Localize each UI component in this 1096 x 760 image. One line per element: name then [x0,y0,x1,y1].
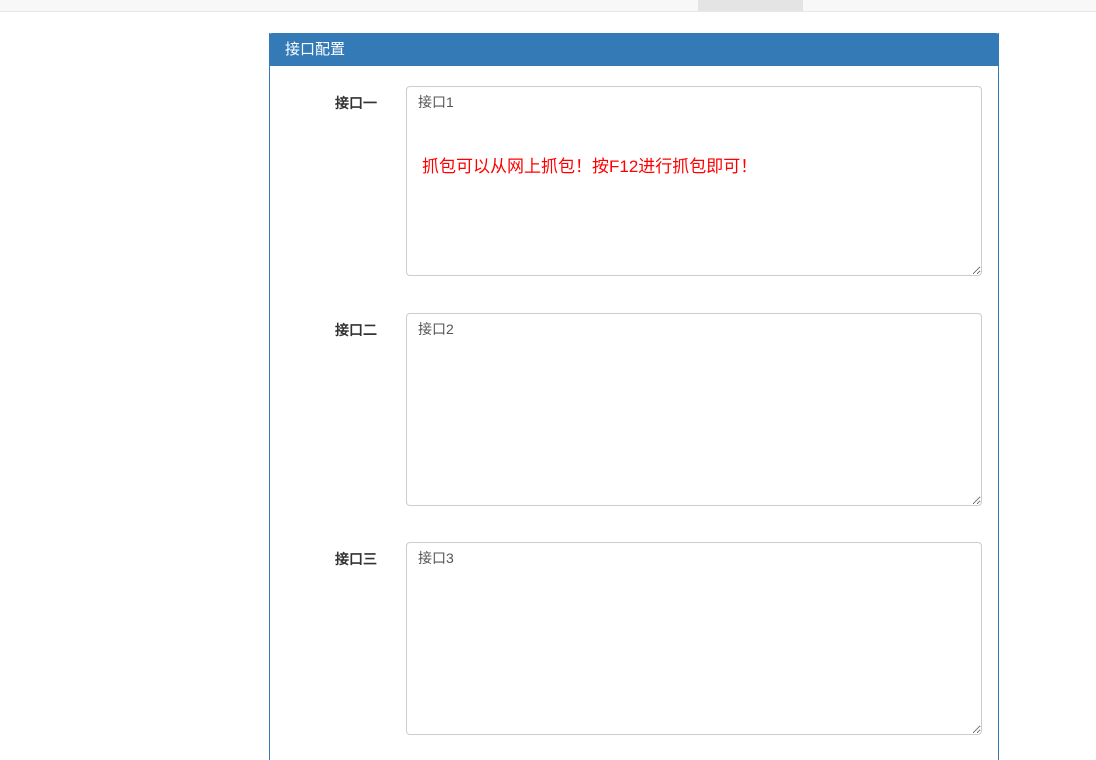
interface-3-field-wrap: 接口3 [406,542,982,735]
form-group-interface-2: 接口二 接口2 [285,313,983,506]
form-group-interface-1: 接口一 接口1 抓包可以从网上抓包！按F12进行抓包即可！ [285,86,983,276]
interface-1-label: 接口一 [285,86,406,276]
page: 接口配置 接口一 接口1 抓包可以从网上抓包！按F12进行抓包即可！ 接口二 接… [0,0,1096,760]
interface-1-field-wrap: 接口1 抓包可以从网上抓包！按F12进行抓包即可！ [406,86,982,276]
top-scrollbar-track [0,0,1096,12]
panel-body: 接口一 接口1 抓包可以从网上抓包！按F12进行抓包即可！ 接口二 接口2 接口… [270,66,998,735]
interface-3-label: 接口三 [285,542,406,735]
interface-config-panel: 接口配置 接口一 接口1 抓包可以从网上抓包！按F12进行抓包即可！ 接口二 接… [269,33,999,760]
interface-2-label: 接口二 [285,313,406,506]
interface-3-textarea[interactable]: 接口3 [406,542,982,735]
interface-2-field-wrap: 接口2 [406,313,982,506]
form-group-interface-3: 接口三 接口3 [285,542,983,735]
panel-title: 接口配置 [285,41,345,58]
top-scrollbar-thumb[interactable] [698,0,803,11]
interface-1-textarea[interactable]: 接口1 [406,86,982,276]
interface-2-textarea[interactable]: 接口2 [406,313,982,506]
panel-heading: 接口配置 [269,33,999,66]
